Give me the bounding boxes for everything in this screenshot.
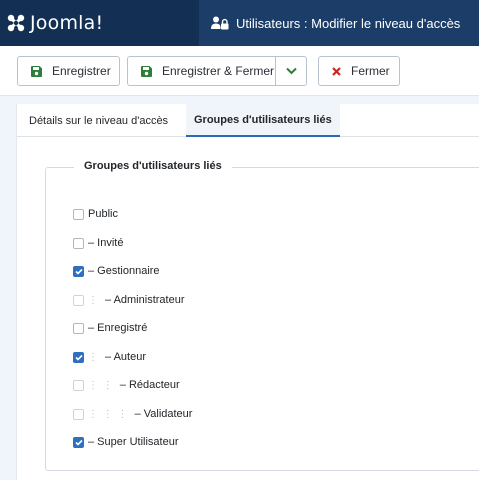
group-label: – Rédacteur [119,379,180,391]
group-label: – Invité [88,237,124,249]
fieldset-legend: Groupes d'utilisateurs liés [74,160,232,172]
tree-indent: ⋮ [88,351,99,363]
brand[interactable]: Joomla! [0,0,199,46]
group-checkbox[interactable] [73,408,84,420]
brand-name: Joomla! [30,12,104,34]
save-close-button[interactable]: Enregistrer & Fermer [127,56,276,86]
group-item-invite[interactable]: – Invité [73,235,123,251]
floppy-disk-icon [141,65,152,77]
tree-indent: ⋮ ⋮ ⋮ [88,408,129,420]
check-icon [74,354,83,361]
save-close-button-label: Enregistrer & Fermer [162,64,275,78]
check-icon [74,268,83,275]
group-label: – Gestionnaire [88,265,160,277]
group-item-administrateur[interactable]: ⋮ – Administrateur [73,292,184,308]
group-label: – Enregistré [88,322,148,334]
floppy-disk-icon [31,65,42,77]
users-lock-icon [211,16,229,30]
save-button[interactable]: Enregistrer [17,56,120,86]
page-title: Utilisateurs : Modifier le niveau d'accè… [236,15,461,31]
group-checkbox[interactable] [73,351,84,363]
group-item-enregistre[interactable]: – Enregistré [73,320,147,336]
group-checkbox[interactable] [73,208,84,220]
page-title-bar: Utilisateurs : Modifier le niveau d'accè… [199,0,479,46]
group-item-auteur[interactable]: ⋮ – Auteur [73,349,146,365]
group-item-gestionnaire[interactable]: – Gestionnaire [73,263,160,279]
x-icon [332,66,341,76]
tree-indent: ⋮ ⋮ [88,379,114,391]
close-button-label: Fermer [351,64,390,78]
content-card: Détails sur le niveau d'accès Groupes d'… [16,104,479,480]
group-checkbox[interactable] [73,436,84,448]
group-item-super-utilisateur[interactable]: – Super Utilisateur [73,434,179,450]
save-options-dropdown-button[interactable] [275,56,307,86]
group-item-redacteur[interactable]: ⋮ ⋮ – Rédacteur [73,377,180,393]
group-item-public[interactable]: Public [73,206,118,222]
group-label: – Auteur [105,351,146,363]
toolbar: Enregistrer Enregistrer & Fermer Fermer [0,46,479,96]
check-icon [74,439,83,446]
group-label: – Administrateur [105,294,185,306]
tab-access-level-details[interactable]: Détails sur le niveau d'accès [29,104,168,137]
tree-indent: ⋮ [88,294,99,306]
tab-linked-user-groups[interactable]: Groupes d'utilisateurs liés [186,104,340,137]
group-checkbox[interactable] [73,237,84,249]
close-button[interactable]: Fermer [318,56,400,86]
group-label: – Validateur [134,408,193,420]
chevron-down-icon [285,64,297,78]
group-checkbox[interactable] [73,379,84,391]
joomla-logo-icon [6,13,26,33]
group-label: – Super Utilisateur [88,436,179,448]
group-item-validateur[interactable]: ⋮ ⋮ ⋮ – Validateur [73,406,192,422]
group-checkbox[interactable] [73,322,84,334]
group-checkbox[interactable] [73,265,84,277]
tab-bar: Détails sur le niveau d'accès Groupes d'… [17,104,479,137]
group-checkbox[interactable] [73,294,84,306]
save-button-label: Enregistrer [52,64,111,78]
app-header: Joomla! Utilisateurs : Modifier le nivea… [0,0,479,46]
user-groups-fieldset: Groupes d'utilisateurs liés Public – Inv… [45,160,479,471]
group-label: Public [88,208,118,220]
